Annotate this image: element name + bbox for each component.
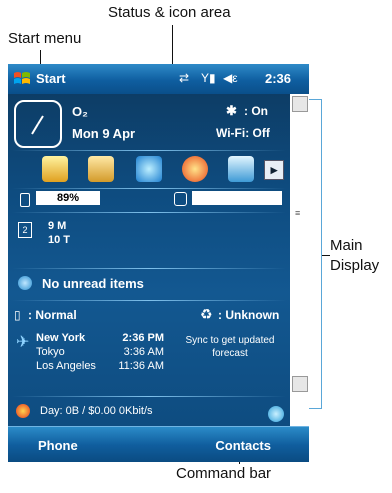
- battery-level: 89%: [36, 191, 100, 205]
- data-usage-icon: [16, 404, 30, 418]
- memory-bar: [192, 191, 282, 205]
- city-time: 2:36 PM: [122, 332, 164, 344]
- divider: [12, 212, 286, 213]
- contacts-app-icon[interactable]: [42, 156, 68, 182]
- start-menu-line: [40, 50, 41, 64]
- tasks-row[interactable]: 2 9 M 10 T: [8, 214, 290, 266]
- divider: [12, 268, 286, 269]
- battery-row[interactable]: 89%: [8, 190, 290, 210]
- calendar-icon: 2: [18, 222, 32, 238]
- command-bar-callout: Command bar: [176, 465, 272, 482]
- analog-clock-icon[interactable]: [14, 100, 62, 148]
- city-time: 11:36 AM: [118, 360, 164, 372]
- command-bar: Phone Contacts: [8, 426, 309, 462]
- city-name: Tokyo: [36, 346, 65, 358]
- wifi-status[interactable]: Wi-Fi: Off: [216, 126, 270, 140]
- scroll-up-button[interactable]: [292, 96, 308, 112]
- plane-icon: ✈: [16, 334, 30, 351]
- data-usage-row[interactable]: Day: 0B / $0.00 0Kbit/s: [8, 402, 290, 422]
- sync-status[interactable]: : Unknown: [218, 308, 279, 322]
- main-display-line: [322, 255, 330, 256]
- task-item: 9 M: [48, 220, 67, 232]
- start-menu-callout: Start menu: [8, 30, 82, 47]
- owner-name[interactable]: O₂: [72, 104, 88, 119]
- main-display-callout: Main Display: [330, 237, 380, 274]
- contacts-softkey[interactable]: Contacts: [215, 438, 271, 453]
- today-screen: O₂ Mon 9 Apr ✱ : On Wi-Fi: Off ▸ 89% 2 9…: [8, 94, 290, 426]
- vertical-scrollbar[interactable]: ≡: [290, 94, 309, 426]
- divider: [12, 150, 286, 151]
- pictures-app-icon[interactable]: [228, 156, 254, 182]
- start-menu-button[interactable]: Start: [36, 71, 66, 86]
- divider: [12, 188, 286, 189]
- main-display-bracket-side: [321, 99, 322, 409]
- date-label[interactable]: Mon 9 Apr: [72, 126, 135, 141]
- more-apps-button[interactable]: ▸: [264, 160, 284, 180]
- signal-icon[interactable]: Y▮: [201, 71, 216, 85]
- profile-row: ▯ : Normal ♻ : Unknown: [8, 304, 290, 326]
- city-name: New York: [36, 332, 86, 344]
- scroll-down-button[interactable]: [292, 376, 308, 392]
- messages-row[interactable]: No unread items: [8, 272, 290, 296]
- weather-panel[interactable]: ✈ New York 2:36 PM Tokyo 3:36 AM Los Ang…: [8, 330, 290, 390]
- bluetooth-status[interactable]: : On: [244, 104, 268, 118]
- unread-items-text: No unread items: [42, 276, 144, 291]
- scroll-thumb[interactable]: ≡: [295, 208, 303, 222]
- phone-softkey[interactable]: Phone: [38, 438, 78, 453]
- city-name: Los Angeles: [36, 360, 96, 372]
- device-screen: Start ⇄ Y▮ ◀ε 2:36 O₂ Mon 9 Apr ✱ : On W…: [8, 64, 309, 462]
- activesync-icon[interactable]: ♻: [200, 306, 213, 323]
- city-time: 3:36 AM: [123, 346, 164, 358]
- media-player-icon[interactable]: [182, 156, 208, 182]
- folder-app-icon[interactable]: [88, 156, 114, 182]
- divider: [12, 300, 286, 301]
- internet-sharing-icon[interactable]: [268, 406, 284, 422]
- task-item: 10 T: [48, 234, 71, 246]
- battery-icon: [20, 193, 30, 207]
- memory-icon: [174, 192, 187, 206]
- title-bar: Start ⇄ Y▮ ◀ε 2:36: [8, 64, 309, 94]
- status-area-callout: Status & icon area: [108, 4, 231, 21]
- profile-status[interactable]: : Normal: [28, 308, 77, 322]
- internet-explorer-icon[interactable]: [136, 156, 162, 182]
- volume-icon[interactable]: ◀ε: [223, 71, 238, 85]
- connectivity-icon[interactable]: ⇄: [179, 71, 189, 85]
- data-usage-text: Day: 0B / $0.00 0Kbit/s: [40, 405, 153, 417]
- forecast-sync-note: Sync to get updated forecast: [185, 335, 275, 359]
- status-area-line: [172, 25, 173, 65]
- phone-profile-icon[interactable]: ▯: [14, 308, 21, 322]
- clock-time[interactable]: 2:36: [265, 71, 291, 86]
- messaging-icon: [18, 276, 32, 290]
- divider: [12, 396, 286, 397]
- bluetooth-icon: ✱: [226, 103, 237, 118]
- windows-flag-icon[interactable]: [13, 70, 31, 88]
- app-launcher: ▸: [8, 152, 290, 188]
